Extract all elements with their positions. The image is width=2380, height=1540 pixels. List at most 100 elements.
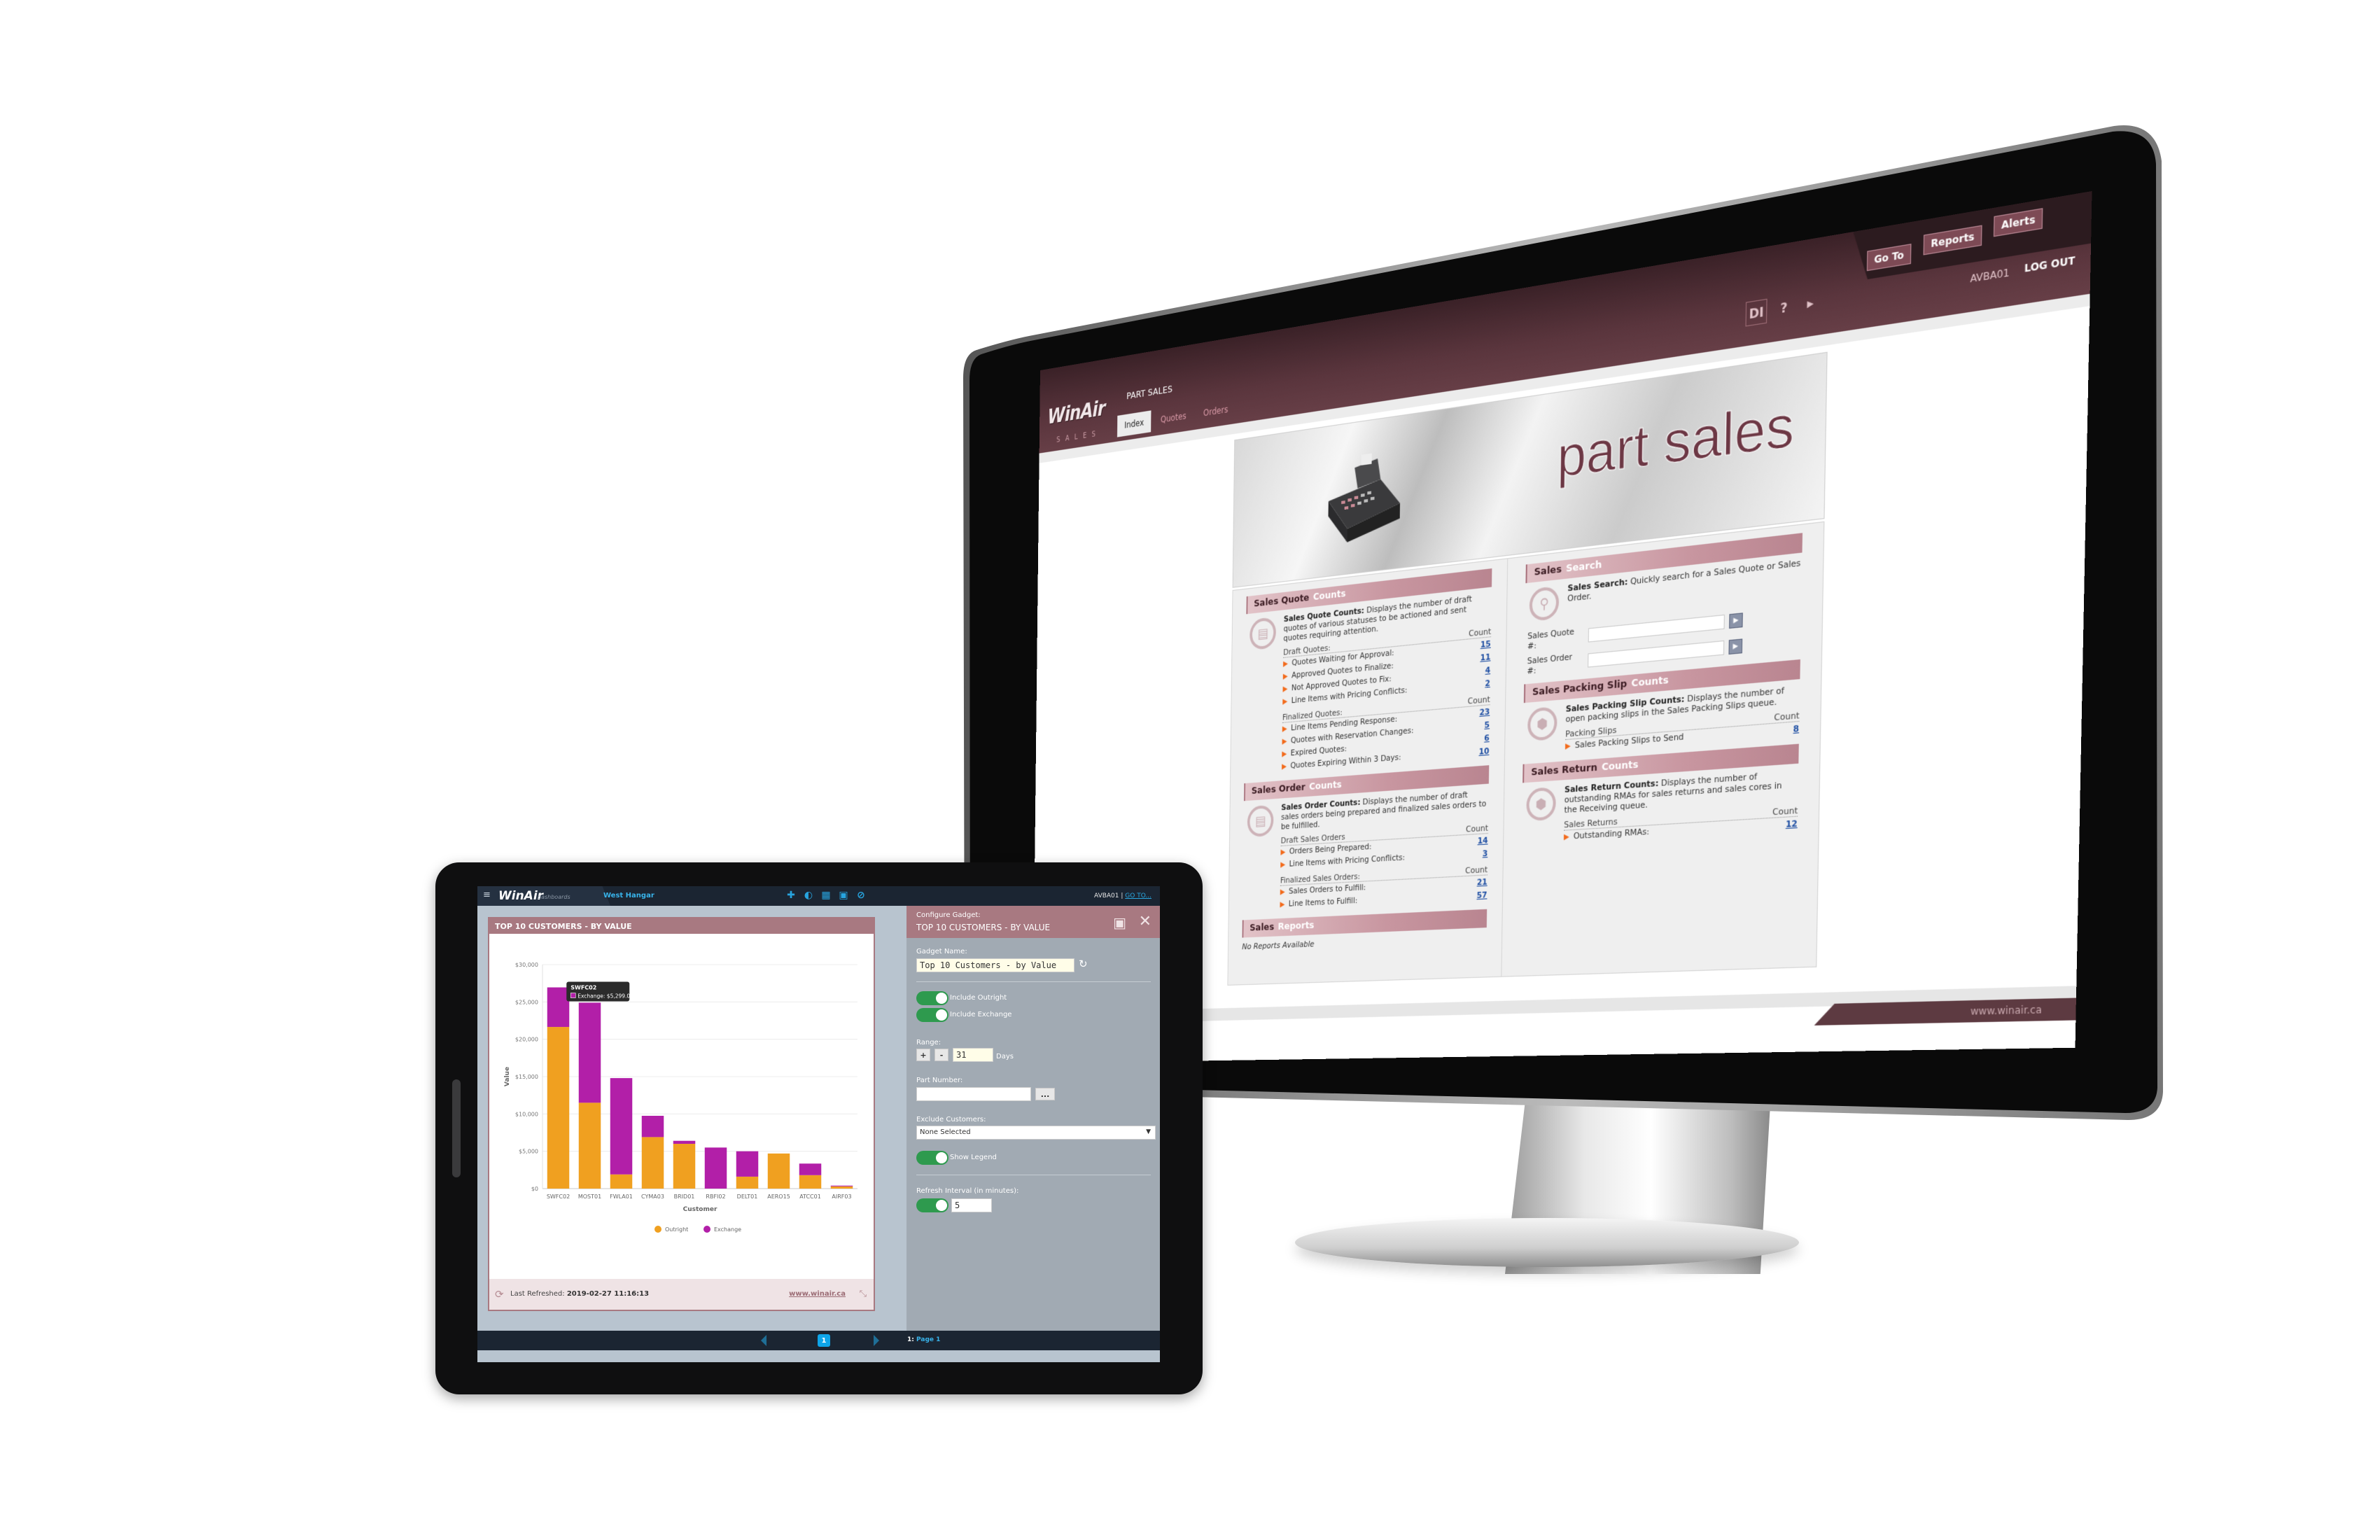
count-value-link[interactable]: 3 (1483, 847, 1488, 860)
range-days-input[interactable] (953, 1048, 993, 1062)
legend-marker-exchange[interactable] (704, 1226, 710, 1233)
y-tick-label: $5,000 (519, 1149, 538, 1155)
x-tick-label: AERO15 (767, 1194, 790, 1200)
sales-quote-label: Sales Quote #: (1527, 626, 1574, 652)
legend-label-outright[interactable]: Outright (665, 1226, 688, 1233)
orange-arrow-icon: ▶ (1282, 672, 1288, 681)
orange-arrow-icon: ▶ (1280, 848, 1286, 857)
close-icon[interactable]: ✕ (1139, 913, 1152, 930)
bar-outright-airf03[interactable] (830, 1186, 853, 1189)
bar-outright-cyma03[interactable] (641, 1137, 664, 1189)
bar-exchange-most01[interactable] (578, 1002, 601, 1103)
gadget-name-input[interactable] (916, 958, 1074, 972)
count-label-text: Line Items to Fulfill: (1288, 895, 1358, 909)
y-tick-label: $15,000 (515, 1074, 538, 1080)
bar-exchange-atcc01[interactable] (799, 1163, 822, 1175)
count-value-link[interactable]: 21 (1477, 876, 1488, 888)
last-refreshed: Last Refreshed: 2019-02-27 11:16:13 (510, 1290, 649, 1298)
count-value-link[interactable]: 10 (1478, 745, 1489, 758)
location-selector[interactable]: West Hangar (603, 892, 654, 899)
di-icon[interactable]: DI (1745, 298, 1768, 327)
count-value-link[interactable]: 14 (1478, 834, 1488, 847)
legend-label-exchange[interactable]: Exchange (714, 1226, 741, 1233)
bar-exchange-rbfi02[interactable] (704, 1147, 727, 1189)
sales-order-go-button[interactable]: ▶ (1728, 638, 1743, 655)
bar-exchange-brid01[interactable] (673, 1140, 696, 1144)
bar-outright-aero15[interactable] (767, 1153, 790, 1189)
gadget-title: TOP 10 CUSTOMERS - BY VALUE (489, 918, 874, 934)
add-gadget-icon[interactable]: ✚ (785, 890, 797, 901)
sales-order-label: Sales Order #: (1527, 652, 1573, 677)
theme-contrast-icon[interactable]: ◐ (803, 890, 814, 901)
save-icon[interactable]: ▣ (1113, 914, 1126, 931)
count-value-link[interactable]: 6 (1484, 732, 1490, 744)
part-number-input[interactable] (916, 1087, 1031, 1101)
previous-page-icon[interactable] (761, 1335, 766, 1346)
count-value-link[interactable]: 15 (1480, 638, 1491, 651)
count-value-link[interactable]: 12 (1786, 817, 1798, 831)
dashboard-toolbar: ✚ ◐ ▦ ▣ ⊘ (785, 890, 867, 901)
bar-exchange-fwla01[interactable] (610, 1078, 633, 1175)
exclude-customers-select[interactable]: None Selected ▼ (916, 1126, 1156, 1140)
cancel-icon[interactable]: ⊘ (855, 890, 867, 901)
bar-outright-brid01[interactable] (673, 1144, 696, 1189)
sales-return-counts-section: Sales Return Counts ⬢ Sales Return Counts: … (1522, 743, 1799, 847)
x-tick-label: FWLA01 (610, 1194, 633, 1200)
bar-exchange-cyma03[interactable] (641, 1116, 664, 1138)
bar-outright-atcc01[interactable] (799, 1175, 822, 1189)
include-outright-toggle[interactable] (916, 991, 948, 1005)
grid-layout-icon[interactable]: ▦ (820, 890, 832, 901)
orange-arrow-icon: ▶ (1282, 737, 1287, 746)
orange-arrow-icon: ▶ (1280, 860, 1286, 869)
site-link[interactable]: www.winair.ca (789, 1290, 846, 1298)
next-page-icon[interactable] (874, 1335, 879, 1346)
bar-outright-most01[interactable] (578, 1102, 601, 1189)
help-icon[interactable]: ? (1774, 295, 1794, 321)
count-value-link[interactable]: 57 (1476, 889, 1487, 902)
orange-arrow-icon: ▶ (1564, 741, 1571, 751)
sales-quote-go-button[interactable]: ▶ (1729, 612, 1743, 629)
range-minus-button[interactable]: - (934, 1049, 948, 1061)
sales-order-input[interactable] (1588, 640, 1725, 668)
x-tick-label: CYMA03 (641, 1194, 664, 1200)
separator: | (1119, 892, 1126, 899)
bar-outright-delt01[interactable] (736, 1176, 759, 1189)
sales-reports-section: Sales Reports No Reports Available (1242, 909, 1488, 956)
gadget-name-label: Gadget Name: (916, 948, 967, 955)
count-value-link[interactable]: 11 (1480, 651, 1490, 664)
logo-subtitle: dashboards (538, 894, 570, 900)
show-legend-toggle[interactable] (916, 1151, 948, 1165)
refresh-interval-toggle[interactable] (916, 1198, 948, 1212)
page-1-button[interactable]: 1 (818, 1334, 830, 1347)
page-name-link[interactable]: Page 1 (916, 1336, 940, 1343)
exclude-customers-label: Exclude Customers: (916, 1116, 986, 1124)
legend-marker-outright[interactable] (654, 1226, 662, 1233)
count-column-label: Count (1772, 805, 1798, 818)
y-tick-label: $25,000 (515, 999, 538, 1005)
resize-icon[interactable]: ⤡ (860, 1289, 867, 1299)
reset-icon[interactable]: ↻ (1079, 958, 1088, 970)
y-tick-label: $10,000 (515, 1111, 538, 1117)
include-exchange-toggle[interactable] (916, 1008, 948, 1022)
section-title: Sales Return (1531, 762, 1597, 779)
count-value-link[interactable]: 23 (1479, 706, 1490, 719)
part-number-browse-button[interactable]: ... (1035, 1088, 1055, 1100)
go-to-link[interactable]: GO TO... (1125, 892, 1152, 899)
count-value-link[interactable]: 5 (1484, 719, 1490, 732)
sales-quote-input[interactable] (1588, 614, 1725, 643)
range-plus-button[interactable]: + (916, 1049, 930, 1061)
document-play-icon[interactable]: ▶ (1800, 290, 1821, 316)
bar-outright-fwla01[interactable] (610, 1174, 633, 1189)
count-value-link[interactable]: 2 (1485, 677, 1490, 690)
bar-exchange-swfc02[interactable] (547, 987, 570, 1028)
bar-outright-swfc02[interactable] (547, 1027, 570, 1189)
refresh-icon[interactable]: ⟳ (495, 1288, 504, 1301)
save-icon[interactable]: ▣ (838, 890, 849, 901)
count-value-link[interactable]: 4 (1485, 664, 1491, 676)
refresh-interval-input[interactable] (951, 1198, 992, 1212)
refresh-interval-label: Refresh Interval (in minutes): (916, 1187, 1019, 1195)
bar-exchange-delt01[interactable] (736, 1151, 759, 1177)
hamburger-menu-icon[interactable]: ≡ (483, 890, 491, 900)
section-title-highlight: Search (1565, 559, 1602, 575)
count-value-link[interactable]: 8 (1793, 722, 1800, 736)
